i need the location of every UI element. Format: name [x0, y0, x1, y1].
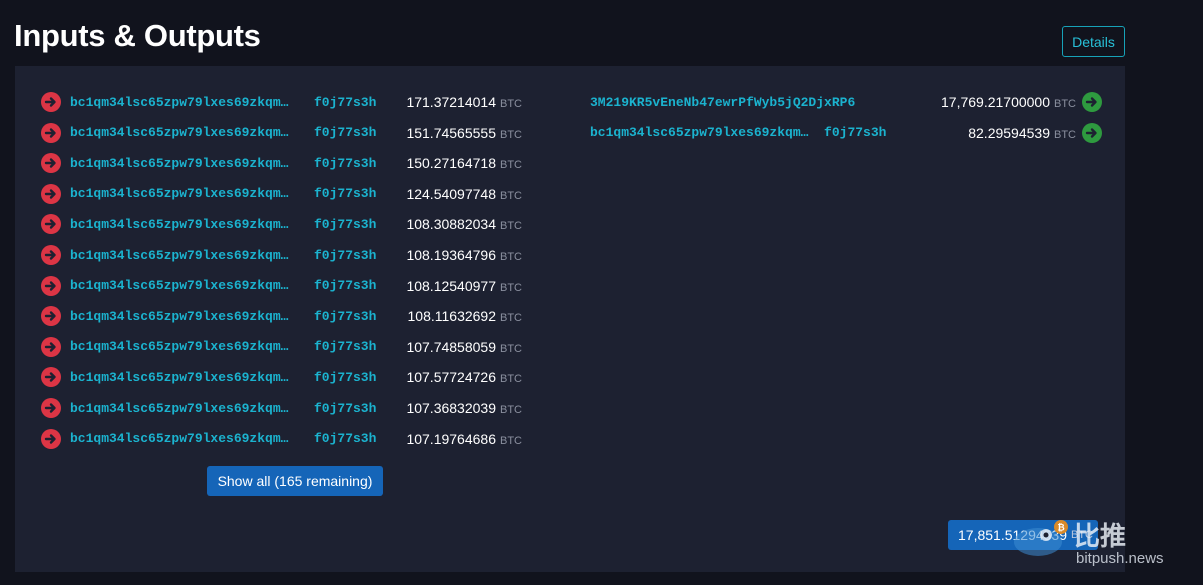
total-amount: 17,851.51294539	[958, 527, 1067, 543]
output-arrow-icon[interactable]	[1082, 122, 1102, 143]
input-row: bc1qm34lsc65zpw79lxes69zkqm… f0j77s3h 124.…	[41, 182, 561, 206]
output-arrow-icon[interactable]	[1082, 92, 1102, 112]
input-amount-value: 108.19364796	[406, 247, 496, 263]
input-amount: 107.74858059 BTC	[41, 339, 522, 355]
input-amount: 124.54097748 BTC	[41, 186, 522, 202]
input-amount: 107.36832039 BTC	[41, 400, 522, 416]
input-amount-unit: BTC	[500, 281, 522, 294]
input-row: bc1qm34lsc65zpw79lxes69zkqm… f0j77s3h 108.…	[41, 304, 561, 328]
input-row: bc1qm34lsc65zpw79lxes69zkqm… f0j77s3h 171.…	[41, 90, 561, 114]
input-amount-value: 107.74858059	[406, 338, 496, 355]
input-amount-value: 108.11632692	[407, 308, 497, 325]
input-row: bc1qm34lsc65zpw79lxes69zkqm… f0j77s3h 107.…	[41, 365, 561, 389]
input-amount: 108.19364796 BTC	[41, 247, 522, 263]
input-row: bc1qm34lsc65zpw79lxes69zkqm… f0j77s3h 107.…	[41, 427, 561, 451]
input-amount-value: 108.12540977	[406, 277, 496, 294]
total-badge: 17,851.51294539 BTC	[948, 520, 1098, 550]
input-amount-unit: BTC	[500, 434, 522, 447]
input-amount-unit: BTC	[500, 404, 522, 416]
input-amount-value: 108.30882034	[406, 216, 496, 233]
output-amount: 17,769.21700000 BTC	[941, 94, 1076, 110]
input-amount-value: 107.57724726	[406, 369, 496, 386]
input-amount: 108.12540977 BTC	[41, 278, 522, 294]
input-amount-value: 151.74565555	[406, 124, 496, 141]
input-amount-unit: BTC	[500, 342, 522, 355]
output-amount: 82.29594539 BTC	[968, 125, 1076, 141]
input-amount: 151.74565555 BTC	[41, 125, 522, 141]
input-amount-value: 107.19764686	[406, 430, 496, 447]
input-row: bc1qm34lsc65zpw79lxes69zkqm… f0j77s3h 107.…	[41, 396, 561, 420]
output-address-link[interactable]: 3M219KR5vEneNb47ewrPfWyb5jQ2DjxRP6	[590, 95, 855, 110]
input-amount-unit: BTC	[500, 251, 522, 263]
input-amount-unit: BTC	[500, 128, 522, 141]
input-amount: 108.11632692 BTC	[41, 308, 523, 325]
input-row: bc1qm34lsc65zpw79lxes69zkqm… f0j77s3h 108.…	[41, 274, 561, 298]
output-address-link[interactable]: bc1qm34lsc65zpw79lxes69zkqm… f0j77s3h	[590, 125, 886, 140]
input-amount: 150.27164718 BTC	[41, 155, 522, 171]
page-title: Inputs & Outputs	[14, 18, 261, 53]
input-amount: 108.30882034 BTC	[41, 216, 522, 232]
input-amount: 107.19764686 BTC	[41, 431, 522, 447]
input-amount-unit: BTC	[500, 159, 522, 172]
input-amount-unit: BTC	[500, 189, 522, 202]
input-row: bc1qm34lsc65zpw79lxes69zkqm… f0j77s3h 108.…	[41, 243, 561, 267]
output-amount-unit: BTC	[1054, 128, 1076, 141]
input-amount-unit: BTC	[500, 98, 522, 110]
input-amount-value: 171.37214014	[406, 94, 496, 110]
output-amount-value: 17,769.21700000	[941, 94, 1050, 110]
details-button[interactable]: Details	[1062, 26, 1125, 57]
input-amount-unit: BTC	[500, 312, 522, 325]
show-all-button[interactable]: Show all (165 remaining)	[207, 466, 383, 496]
input-amount-value: 124.54097748	[406, 185, 496, 202]
output-row: bc1qm34lsc65zpw79lxes69zkqm… f0j77s3h 82.…	[590, 121, 1102, 145]
input-amount: 171.37214014 BTC	[41, 94, 522, 110]
input-row: bc1qm34lsc65zpw79lxes69zkqm… f0j77s3h 108.…	[41, 212, 561, 236]
output-amount-unit: BTC	[1054, 98, 1076, 110]
input-amount-value: 107.36832039	[406, 400, 496, 416]
output-row: 3M219KR5vEneNb47ewrPfWyb5jQ2DjxRP6 17,769…	[590, 90, 1102, 114]
input-amount-unit: BTC	[500, 373, 522, 386]
input-amount: 107.57724726 BTC	[41, 369, 522, 385]
input-row: bc1qm34lsc65zpw79lxes69zkqm… f0j77s3h 107.…	[41, 335, 561, 359]
input-row: bc1qm34lsc65zpw79lxes69zkqm… f0j77s3h 150.…	[41, 151, 561, 175]
input-amount-unit: BTC	[500, 220, 522, 233]
input-row: bc1qm34lsc65zpw79lxes69zkqm… f0j77s3h 151.…	[41, 121, 561, 145]
output-amount-value: 82.29594539	[968, 124, 1050, 141]
total-unit: BTC	[1071, 529, 1093, 541]
input-amount-value: 150.27164718	[406, 155, 496, 172]
